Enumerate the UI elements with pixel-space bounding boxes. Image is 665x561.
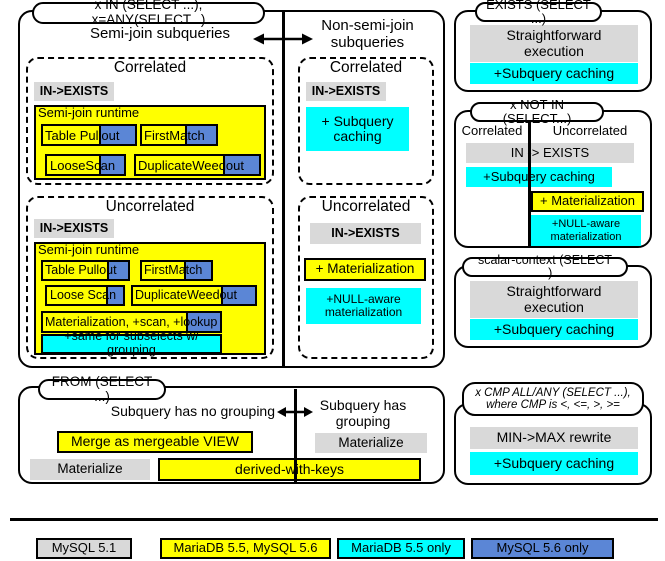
semijoin-uncorrelated-runtime-title: Semi-join runtime <box>38 242 140 257</box>
not-in-correlated-heading: Correlated <box>461 123 523 138</box>
panel-in-select-title: x IN (SELECT ...), x=ANY(SELECT...) <box>32 0 265 27</box>
cmp-subquery-caching: +Subquery caching <box>470 452 638 475</box>
semijoin-uncorrelated-heading: Uncorrelated <box>105 198 195 215</box>
branch-double-arrow-icon <box>253 30 313 48</box>
exists-subquery-caching: +Subquery caching <box>470 63 638 84</box>
semijoin-correlated-in-exists: IN->EXISTS <box>34 82 114 101</box>
main-panel-divider <box>282 12 285 366</box>
not-in-null-aware: +NULL-aware materialization <box>531 215 641 246</box>
from-panel-divider <box>294 389 297 482</box>
strategy-label-loosescan: LooseScan <box>50 157 116 173</box>
from-derived-with-keys: derived-with-keys <box>158 458 421 481</box>
legend-separator <box>10 518 658 521</box>
cmp-min-max-rewrite: MIN->MAX rewrite <box>470 427 638 449</box>
panel-exists-title: EXISTS (SELECT ...) <box>475 0 602 26</box>
legend-item-0: MySQL 5.1 <box>36 538 132 559</box>
not-in-subquery-caching: +Subquery caching <box>466 167 612 187</box>
panel-cmp-all-any-title: x CMP ALL/ANY (SELECT ...), where CMP is… <box>462 382 644 416</box>
nonsemijoin-uncorrelated-in-exists: IN->EXISTS <box>310 223 421 244</box>
not-in-materialization: + Materialization <box>531 191 644 212</box>
from-materialize-right: Materialize <box>315 433 427 453</box>
nonsemijoin-uncorrelated-materialization: + Materialization <box>304 258 426 281</box>
not-in-panel-divider <box>528 112 531 246</box>
strategy-label-duplicateweedout-2: DuplicateWeedout <box>135 288 237 303</box>
not-in-in-exists: IN -> EXISTS <box>466 143 634 163</box>
strategy-label-firstmatch-2: FirstMatch <box>144 263 203 278</box>
from-right-label: Subquery has grouping <box>319 397 407 429</box>
semijoin-uncorrelated-in-exists: IN->EXISTS <box>34 219 114 238</box>
exists-straightforward-execution: Straightforward execution <box>470 25 638 62</box>
semijoin-correlated-heading: Correlated <box>113 59 187 76</box>
semi-join-branch-label: Semi-join subqueries <box>89 25 231 42</box>
strategy-label-firstmatch: FirstMatch <box>144 127 205 143</box>
nonsemijoin-correlated-in-exists: IN->EXISTS <box>306 82 386 101</box>
strategy-label-table-pullout-2: Table Pullout <box>45 263 117 278</box>
strategy-label-duplicateweedout: DuplicateWeedout <box>138 157 244 173</box>
strategy-chip-subselects-grouping: +same for subselects w/ grouping <box>41 329 222 357</box>
not-in-uncorrelated-heading: Uncorrelated <box>552 123 628 138</box>
panel-from-select-title: FROM (SELECT ...) <box>38 374 166 403</box>
panel-not-in-title: x NOT IN (SELECT...) <box>470 97 604 126</box>
non-semi-join-branch-label: Non-semi-join subqueries <box>321 17 414 51</box>
legend-item-3: MySQL 5.6 only <box>471 538 614 559</box>
scalar-subquery-caching: +Subquery caching <box>470 319 638 340</box>
from-left-label: Subquery has no grouping <box>110 403 275 419</box>
nonsemijoin-uncorrelated-heading: Uncorrelated <box>321 198 411 215</box>
nonsemijoin-uncorrelated-null-aware: +NULL-aware materialization <box>306 288 421 324</box>
panel-scalar-context-title: scalar-context (SELECT ...) <box>462 253 628 280</box>
from-double-arrow-icon <box>277 404 313 420</box>
diagram-canvas: x IN (SELECT ...), x=ANY(SELECT...) Semi… <box>0 0 665 561</box>
from-merge-as-mergeable-view: Merge as mergeable VIEW <box>57 431 253 453</box>
nonsemijoin-correlated-heading: Correlated <box>329 59 403 76</box>
scalar-straightforward-execution: Straightforward execution <box>470 281 638 318</box>
legend-item-2: MariaDB 5.5 only <box>337 538 465 559</box>
from-materialize-left: Materialize <box>30 459 150 480</box>
strategy-label-loose-scan: Loose Scan <box>50 288 117 303</box>
strategy-label-materialization: Materialization, +scan, +lookup <box>45 314 218 329</box>
semijoin-correlated-runtime-title: Semi-join runtime <box>38 105 140 120</box>
nonsemijoin-correlated-caching: + Subquery caching <box>306 107 409 151</box>
strategy-label-table-pullout: Table Pullout <box>45 127 120 143</box>
legend-item-1: MariaDB 5.5, MySQL 5.6 <box>160 538 331 559</box>
